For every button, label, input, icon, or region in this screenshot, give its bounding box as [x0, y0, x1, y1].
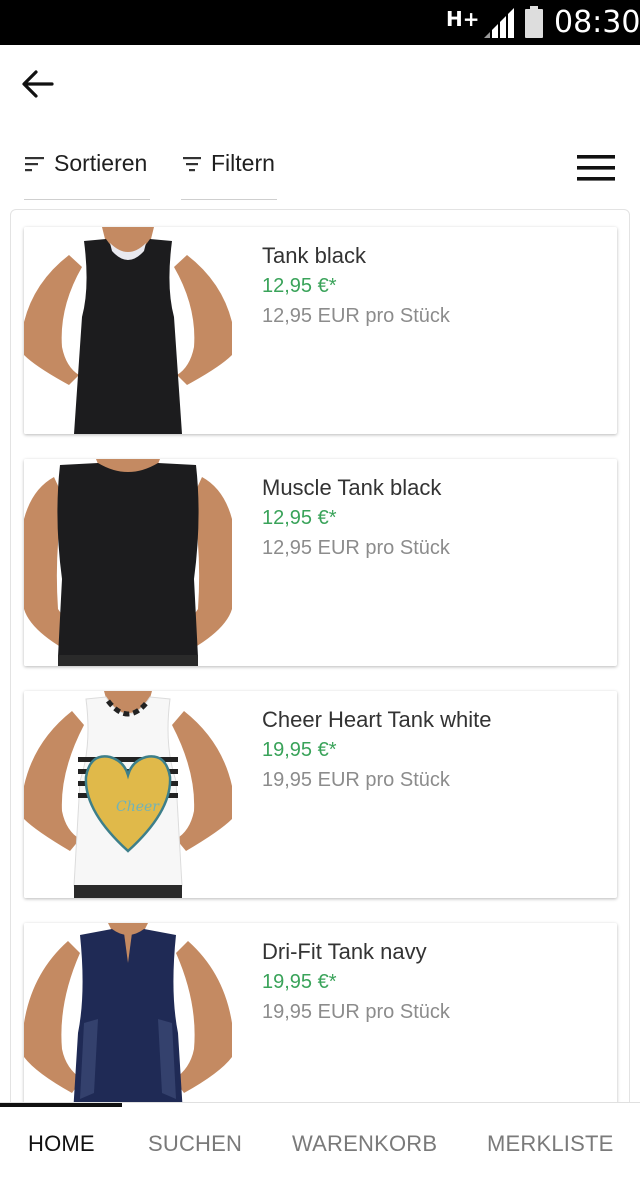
nav-wishlist[interactable]: MERKLISTE — [487, 1131, 614, 1157]
product-unit-price: 12,95 EUR pro Stück — [262, 305, 450, 327]
product-list: Tank black 12,95 €* 12,95 EUR pro Stück … — [10, 209, 630, 1139]
filter-icon — [183, 156, 201, 171]
signal-icon — [484, 8, 514, 38]
product-unit-price: 12,95 EUR pro Stück — [262, 537, 450, 559]
back-arrow-icon[interactable] — [20, 66, 56, 102]
product-name: Tank black — [262, 243, 366, 268]
nav-cart[interactable]: WARENKORB — [292, 1131, 437, 1157]
product-name: Muscle Tank black — [262, 475, 442, 500]
nav-home[interactable]: HOME — [28, 1131, 95, 1157]
product-unit-price: 19,95 EUR pro Stück — [262, 1001, 450, 1023]
product-image — [24, 923, 232, 1130]
product-image — [24, 459, 232, 666]
product-card[interactable]: Dri-Fit Tank navy 19,95 €* 19,95 EUR pro… — [24, 923, 617, 1130]
product-price: 19,95 €* — [262, 739, 337, 761]
sort-label: Sortieren — [54, 150, 148, 176]
sort-icon — [25, 156, 44, 171]
active-tab-indicator — [0, 1103, 122, 1107]
menu-icon[interactable] — [577, 154, 615, 182]
network-type: H+ — [446, 7, 480, 31]
product-price: 12,95 €* — [262, 275, 337, 297]
product-price: 12,95 €* — [262, 507, 337, 529]
product-name: Cheer Heart Tank white — [262, 707, 492, 732]
product-card[interactable]: Tank black 12,95 €* 12,95 EUR pro Stück — [24, 227, 617, 434]
filter-label: Filtern — [211, 150, 275, 176]
nav-search[interactable]: SUCHEN — [148, 1131, 242, 1157]
product-image: Cheer — [24, 691, 232, 898]
product-image — [24, 227, 232, 434]
battery-icon — [525, 6, 543, 38]
product-price: 19,95 €* — [262, 971, 337, 993]
clock: 08:30 — [554, 5, 640, 40]
status-bar: H+ 08:30 — [0, 0, 640, 45]
bottom-navigation: HOME SUCHEN WARENKORB MERKLISTE — [0, 1102, 640, 1181]
product-name: Dri-Fit Tank navy — [262, 939, 427, 964]
product-card[interactable]: Muscle Tank black 12,95 €* 12,95 EUR pro… — [24, 459, 617, 666]
product-card[interactable]: Cheer Cheer Heart Tank white 19,95 €* 19… — [24, 691, 617, 898]
sort-button[interactable]: Sortieren — [24, 140, 150, 200]
filter-button[interactable]: Filtern — [181, 140, 277, 200]
product-unit-price: 19,95 EUR pro Stück — [262, 769, 450, 791]
svg-text:Cheer: Cheer — [116, 799, 160, 815]
